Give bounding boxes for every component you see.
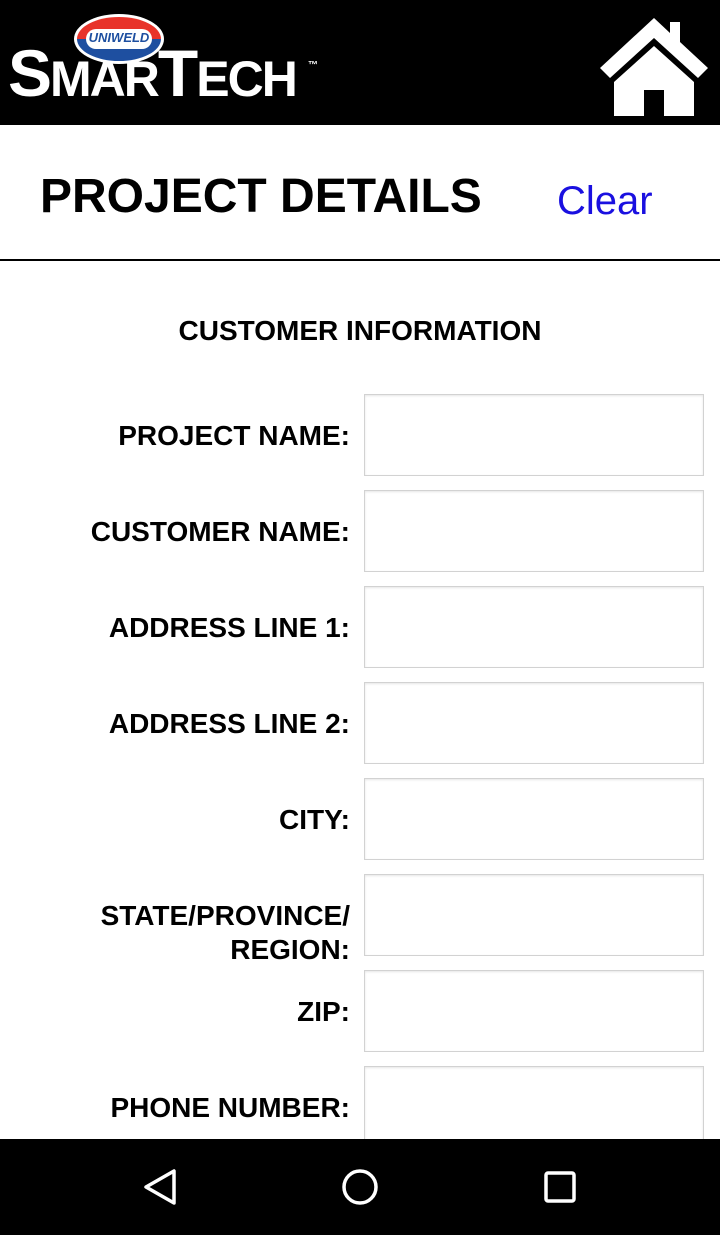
- clear-button[interactable]: Clear: [557, 181, 653, 221]
- zip-label: ZIP:: [297, 996, 350, 1027]
- trademark-mark: ™: [308, 60, 318, 71]
- page-title: PROJECT DETAILS: [40, 170, 482, 223]
- address-line-2-label: ADDRESS LINE 2:: [108, 708, 350, 739]
- address-line-1-input[interactable]: [364, 586, 704, 668]
- customer-name-label: CUSTOMER NAME:: [90, 516, 350, 547]
- section-title-customer-information: CUSTOMER INFORMATION: [178, 315, 542, 346]
- home-icon[interactable]: [596, 12, 712, 118]
- address-line-2-input[interactable]: [364, 682, 704, 764]
- title-row: PROJECT DETAILS Clear: [0, 125, 720, 261]
- app-bar: UNIWELD SMARTECH ™: [0, 0, 720, 125]
- state-province-region-label: STATE/PROVINCE/ REGION:: [50, 899, 350, 967]
- address-line-1-label: ADDRESS LINE 1:: [108, 612, 350, 643]
- state-province-region-input[interactable]: [364, 874, 704, 956]
- project-name-input[interactable]: [364, 394, 704, 476]
- recents-icon[interactable]: [540, 1167, 580, 1207]
- city-input[interactable]: [364, 778, 704, 860]
- state-label-line-1: STATE/PROVINCE/: [100, 900, 350, 931]
- zip-input[interactable]: [364, 970, 704, 1052]
- phone-number-input[interactable]: [364, 1066, 704, 1148]
- logo-wordmark: SMARTECH: [8, 36, 298, 110]
- smartech-logo: UNIWELD SMARTECH ™: [8, 12, 323, 120]
- back-icon[interactable]: [140, 1167, 180, 1207]
- system-nav-bar: [0, 1139, 720, 1235]
- customer-name-input[interactable]: [364, 490, 704, 572]
- city-label: CITY:: [278, 804, 350, 835]
- home-circle-icon[interactable]: [340, 1167, 380, 1207]
- phone-number-label: PHONE NUMBER:: [110, 1092, 350, 1123]
- project-name-label: PROJECT NAME:: [118, 420, 350, 451]
- state-label-line-2: REGION:: [230, 934, 350, 965]
